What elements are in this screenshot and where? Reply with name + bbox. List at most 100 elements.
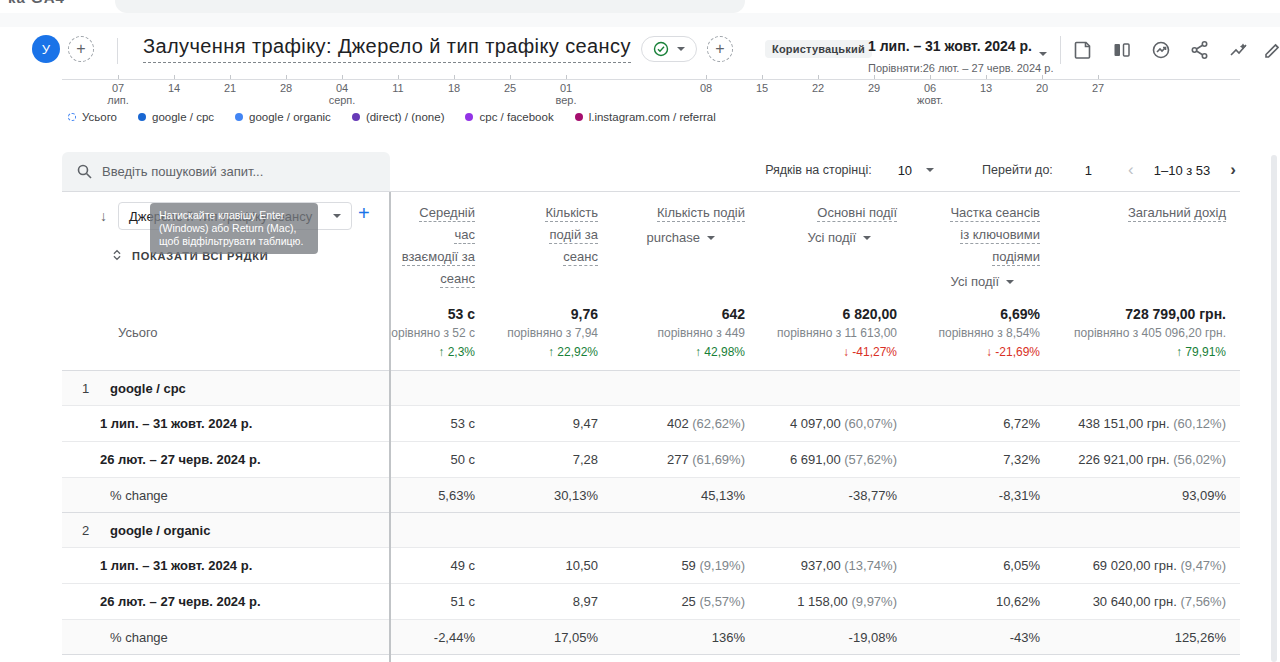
- column-header-label[interactable]: Основні події: [817, 205, 897, 222]
- delta-value: ↓ -21,69%: [986, 343, 1040, 362]
- page-scrollbar[interactable]: [1271, 155, 1277, 662]
- ab-compare-icon[interactable]: [1111, 39, 1133, 61]
- cell-value: 6,05%: [911, 548, 1054, 583]
- rows-per-page-value[interactable]: 10: [898, 163, 912, 178]
- cell-value: 277 (61,69%): [612, 442, 759, 477]
- edit-icon[interactable]: [1262, 39, 1280, 61]
- column-header-events-per-session[interactable]: Кількість подій за сеанс: [489, 192, 612, 295]
- data-table: Середній час взаємодії за сеанс Кількість под…: [0, 192, 1280, 662]
- column-header-label[interactable]: подіями: [992, 249, 1040, 266]
- axis-tick-label: 04: [336, 82, 348, 94]
- chart-x-axis: [62, 79, 1240, 80]
- cell-text: 402 (62,62%): [667, 416, 745, 431]
- header-selector-value: Усі події: [808, 230, 856, 245]
- cell-value: 9,47: [489, 406, 612, 441]
- column-header-label[interactable]: Загальний дохід: [1128, 205, 1226, 222]
- pane-divider[interactable]: [389, 192, 391, 662]
- column-header-label[interactable]: сеанс: [440, 271, 475, 288]
- axis-tick-label: 27: [1092, 82, 1104, 94]
- add-comparison-button[interactable]: +: [68, 36, 94, 62]
- next-page-button[interactable]: ›: [1230, 160, 1236, 180]
- cell-text: 93,09%: [1182, 488, 1226, 503]
- delta-arrow-icon: ↓: [986, 345, 995, 359]
- axis-tick-label: 21: [224, 82, 236, 94]
- change-label-row: % change: [62, 478, 390, 513]
- column-header-label[interactable]: подій за: [549, 227, 598, 244]
- cell-share: (61,69%): [689, 452, 745, 467]
- header-selector[interactable]: purchase: [647, 230, 715, 245]
- column-header-label[interactable]: Середній: [419, 205, 475, 222]
- date-range[interactable]: 1 лип. – 31 жовт. 2024 р.: [868, 38, 1032, 54]
- cell-value: 5,63%: [390, 478, 489, 512]
- legend-item[interactable]: google / organic: [235, 111, 331, 123]
- axis-tick-label: 13: [980, 82, 992, 94]
- browser-search-bar[interactable]: [115, 0, 745, 13]
- cell-value: 93,09%: [1054, 478, 1240, 512]
- cell-share: (62,62%): [689, 416, 745, 431]
- share-icon[interactable]: [1189, 39, 1211, 61]
- delta-arrow-icon: ↑: [1176, 345, 1185, 359]
- column-header-avg-engagement-time[interactable]: Середній час взаємодії за сеанс: [390, 192, 489, 295]
- user-avatar[interactable]: У: [32, 35, 60, 63]
- column-header-label[interactable]: Кількість: [545, 205, 598, 222]
- column-header-event-count[interactable]: Кількість подій purchase: [612, 192, 759, 295]
- table-search-input[interactable]: Введіть пошуковий запит...: [62, 152, 390, 191]
- search-icon: [76, 163, 93, 184]
- report-title[interactable]: Залучення трафіку: Джерело й тип трафіку…: [143, 35, 631, 63]
- insights-icon[interactable]: [1150, 39, 1172, 61]
- axis-tick: [230, 75, 231, 79]
- axis-tick-label: 07: [112, 82, 124, 94]
- column-header-label[interactable]: сеанс: [563, 249, 598, 266]
- legend-item[interactable]: Усього: [68, 111, 117, 123]
- column-header-session-key-event-rate[interactable]: Частка сеансів із ключовими подіями Усі под…: [911, 192, 1054, 295]
- column-header-label[interactable]: Кількість подій: [657, 205, 745, 222]
- table-row: 51 с8,9725 (5,57%)1 158,00 (9,97%)10,62%…: [390, 584, 1240, 620]
- cell-text: 4 097,00 (60,07%): [790, 416, 897, 431]
- column-header-total-revenue[interactable]: Загальний дохід: [1054, 192, 1240, 295]
- axis-tick: [874, 75, 875, 79]
- header-selector[interactable]: Усі події: [808, 230, 871, 245]
- column-header-label[interactable]: час: [454, 227, 475, 244]
- totals-cell: 728 799,00 грн.порівняно з 405 096,20 гр…: [1054, 295, 1240, 370]
- cell-value: 1 158,00 (9,97%): [759, 584, 911, 619]
- axis-tick-label: 14: [168, 82, 180, 94]
- legend-item[interactable]: (direct) / (none): [352, 111, 445, 123]
- column-header-label[interactable]: взаємодії за: [402, 249, 475, 266]
- cell-text: 5,63%: [438, 488, 475, 503]
- delta-arrow-icon: ↑: [695, 345, 704, 359]
- rows-per-page-caret-icon[interactable]: [926, 168, 934, 172]
- column-header-key-events[interactable]: Основні події Усі події: [759, 192, 911, 295]
- approval-badge[interactable]: [641, 36, 697, 62]
- axis-tick: [118, 75, 119, 79]
- column-header-label[interactable]: Частка сеансів: [950, 205, 1040, 222]
- column-header-label[interactable]: із ключовими: [960, 227, 1040, 244]
- legend-item[interactable]: l.instagram.com / referral: [575, 111, 716, 123]
- legend-item[interactable]: cpc / facebook: [465, 111, 553, 123]
- goto-label: Перейти до:: [982, 163, 1053, 177]
- cell-text: -19,08%: [849, 630, 897, 645]
- sort-descending-icon[interactable]: ↓: [100, 208, 107, 224]
- cell-share: (5,57%): [696, 594, 745, 609]
- cell-value: 45,13%: [612, 478, 759, 512]
- row-group-header-metrics: [390, 371, 1240, 406]
- date-caret-icon[interactable]: [1039, 52, 1047, 56]
- trend-icon[interactable]: [1228, 39, 1250, 61]
- cell-value: 7,32%: [911, 442, 1054, 477]
- prev-page-button[interactable]: ‹: [1128, 160, 1134, 180]
- cell-share: (7,56%): [1177, 594, 1226, 609]
- cell-value: -38,77%: [759, 478, 911, 512]
- cell-value: -43%: [911, 620, 1054, 654]
- axis-tick-label: 25: [504, 82, 516, 94]
- axis-tick-label: 11: [392, 82, 403, 94]
- legend-item[interactable]: google / cpc: [138, 111, 214, 123]
- delta-value: ↑ 22,92%: [548, 343, 598, 362]
- compare-value: порівняно з 405 096,20 грн.: [1074, 324, 1226, 343]
- add-report-button[interactable]: +: [707, 36, 733, 62]
- axis-tick: [986, 75, 987, 79]
- add-dimension-button[interactable]: +: [358, 202, 370, 225]
- notes-icon[interactable]: [1072, 39, 1094, 61]
- header-selector[interactable]: Усі події: [951, 274, 1014, 289]
- period-label: 1 лип. – 31 жовт. 2024 р.: [100, 416, 252, 431]
- goto-input[interactable]: 1: [1085, 163, 1092, 178]
- delta-value: ↑ 79,91%: [1176, 343, 1226, 362]
